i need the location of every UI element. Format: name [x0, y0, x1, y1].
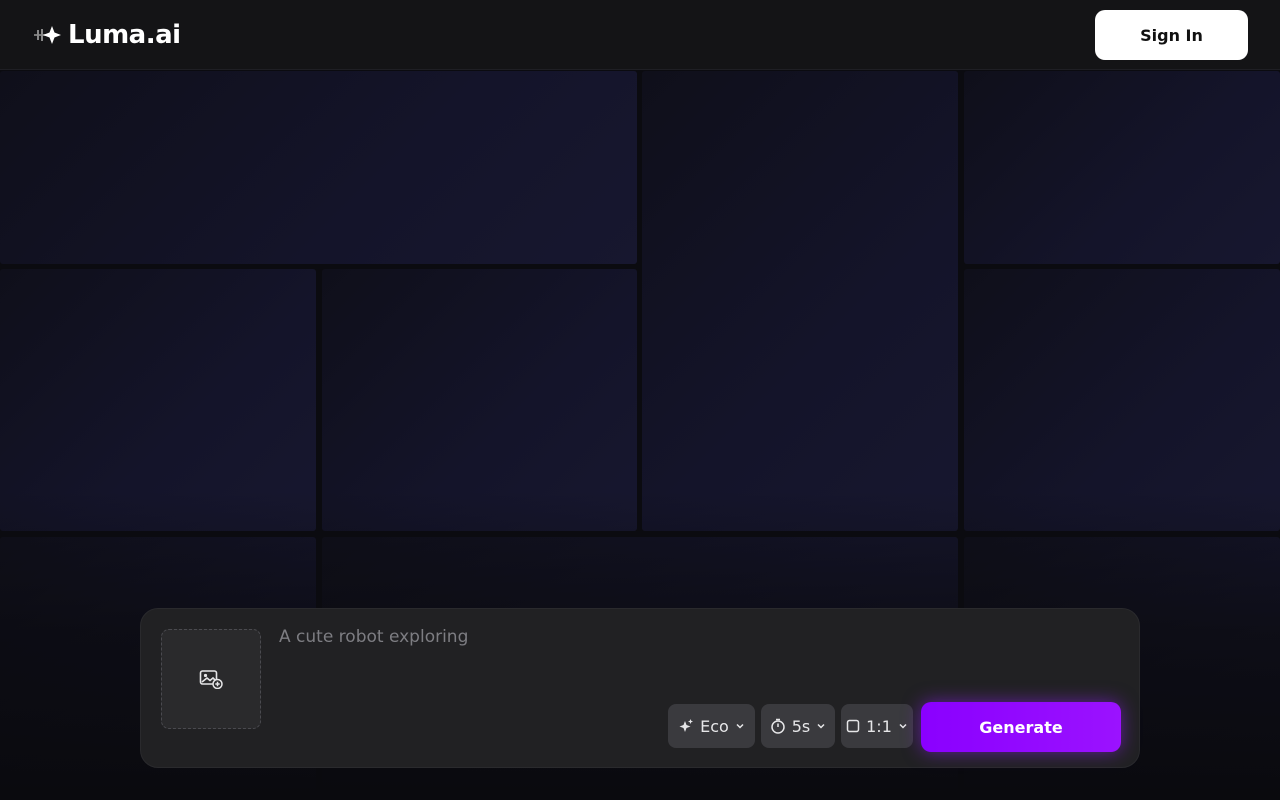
- duration-select[interactable]: 5s: [761, 704, 835, 748]
- gallery-tile: [964, 71, 1280, 264]
- square-ratio-icon: [846, 719, 860, 733]
- gallery-tile: [642, 71, 958, 531]
- chevron-down-icon: [736, 723, 744, 729]
- logo[interactable]: Luma.ai: [32, 20, 181, 50]
- logo-mark-icon: [34, 26, 61, 44]
- model-select[interactable]: Eco: [668, 704, 755, 748]
- model-select-label: Eco: [700, 716, 729, 736]
- timer-icon: [770, 718, 785, 734]
- image-add-icon: [199, 670, 223, 689]
- chevron-down-icon: [817, 723, 825, 729]
- aspect-ratio-label: 1:1: [866, 716, 892, 736]
- duration-select-label: 5s: [791, 716, 811, 736]
- generate-button[interactable]: Generate: [921, 702, 1121, 752]
- gallery-tile: [0, 71, 637, 264]
- image-upload-button[interactable]: [161, 629, 261, 729]
- logo-text: Luma.ai: [68, 20, 181, 50]
- aspect-ratio-select[interactable]: 1:1: [841, 704, 913, 748]
- prompt-panel: Eco 5s 1:1 Generate: [140, 608, 1140, 768]
- prompt-input[interactable]: [279, 627, 1119, 687]
- top-bar: Luma.ai Sign In: [0, 0, 1280, 70]
- sparkle-icon: [679, 719, 694, 732]
- sign-in-button[interactable]: Sign In: [1095, 10, 1248, 60]
- chevron-down-icon: [899, 723, 907, 729]
